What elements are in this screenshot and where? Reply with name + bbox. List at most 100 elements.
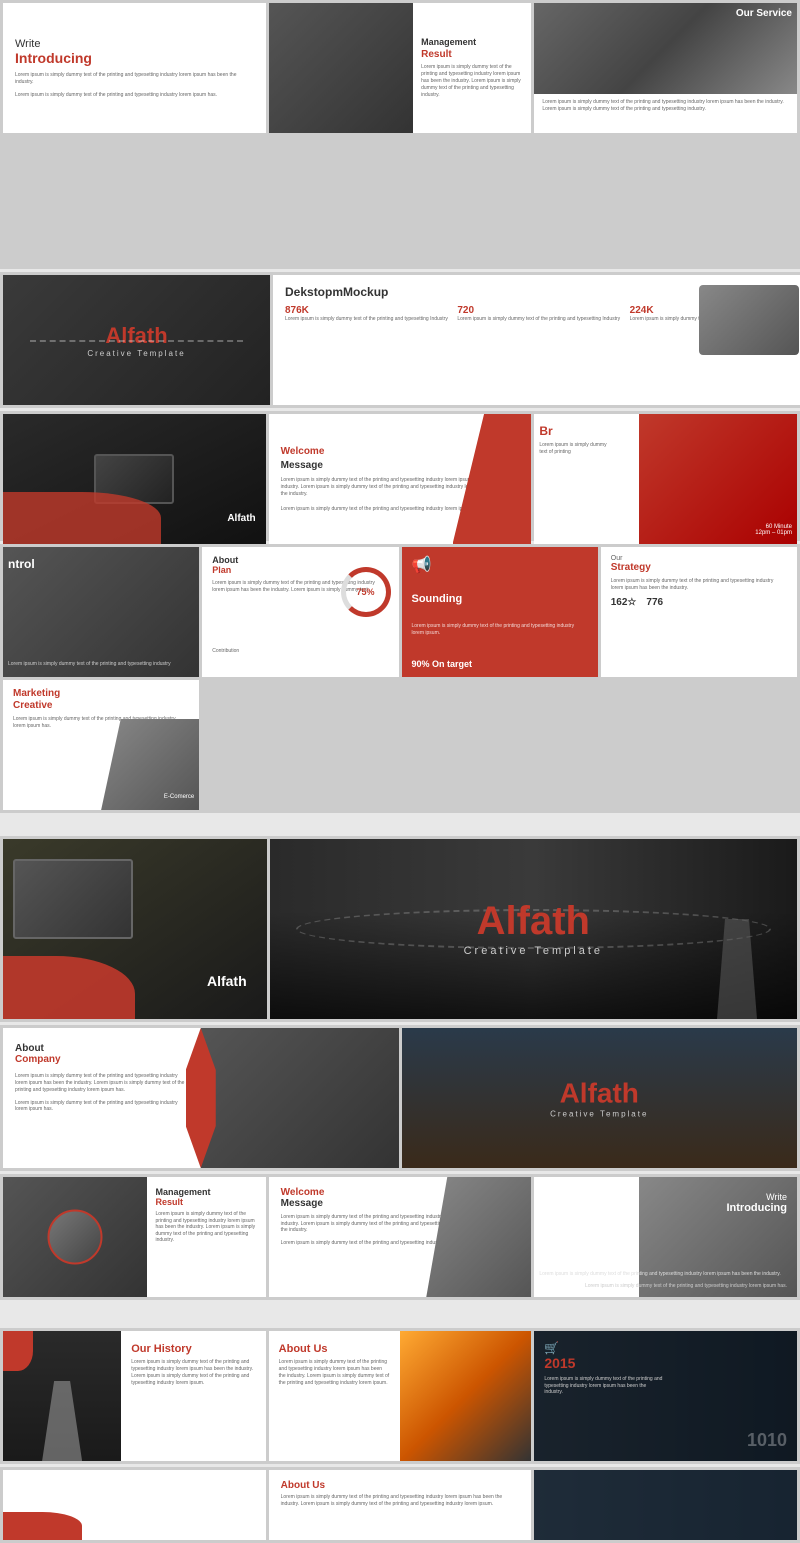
slide-laptop: Alfath (3, 414, 266, 544)
strategy-num-1: 162☆ (611, 597, 637, 608)
laptop2-photo: Alfath (3, 839, 267, 1019)
city-content: Alfath Creative Template (550, 1078, 648, 1119)
year-body: Lorem ipsum is simply dummy text of the … (544, 1376, 664, 1396)
mgmt2-body: Lorem ipsum is simply dummy text of the … (155, 1211, 257, 1244)
sounding-body: Lorem ipsum is simply dummy text of the … (412, 623, 588, 636)
about-company-title: About (15, 1043, 189, 1054)
slide-alfath-city: Alfath Creative Template (402, 1028, 798, 1168)
about-company-section: About Company Lorem ipsum is simply dumm… (0, 1025, 800, 1171)
slide-write-2: Write Introducing Lorem ipsum is simply … (534, 1177, 797, 1297)
al-name: fath (127, 323, 167, 348)
slide-about-us-2: About Us Lorem ipsum is simply dummy tex… (269, 1470, 532, 1540)
history-photo (3, 1331, 121, 1461)
slide-br: Br Lorem ipsum is simply dummy text of p… (534, 414, 797, 544)
about-us-body: Lorem ipsum is simply dummy text of the … (279, 1359, 390, 1387)
service-photo: Our Service (534, 3, 797, 94)
stat-720: 720 Lorem ipsum is simply dummy text of … (457, 305, 624, 323)
marketing-title: Marketing Creative (13, 688, 189, 712)
mgmt-title: Management (421, 37, 523, 49)
slide-management-2: Management Result Lorem ipsum is simply … (3, 1177, 266, 1297)
cart-icon: 🛒 (544, 1341, 664, 1355)
slide-our-history: Our History Lorem ipsum is simply dummy … (3, 1331, 266, 1461)
write2-title-write: Write (726, 1192, 787, 1202)
slide-our-service: Our Service Lorem ipsum is simply dummy … (534, 3, 797, 133)
alfath-text: Alfath (87, 323, 185, 349)
slide-management-result: Management Result Lorem ipsum is simply … (269, 3, 532, 133)
strategy-numbers: 162☆ 776 (611, 597, 787, 608)
history-body: Lorem ipsum is simply dummy text of the … (131, 1359, 255, 1387)
write2-title-intro: Introducing (726, 1202, 787, 1214)
year-content: 🛒 2015 Lorem ipsum is simply dummy text … (544, 1341, 664, 1396)
about-us-title: About Us (279, 1343, 390, 1355)
sounding-title: Sounding (412, 593, 588, 605)
br-time-2: 12pm – 01pm (755, 530, 792, 536)
row3-grid: Alfath Welcome Message Lorem ipsum is si… (0, 411, 800, 541)
slide-laptop-2: Alfath (3, 839, 267, 1019)
bottom-section: Our History Lorem ipsum is simply dummy … (0, 1328, 800, 1464)
write-footer: Lorem ipsum is simply dummy text of the … (15, 92, 254, 98)
slide-sounding: 📢 Sounding Lorem ipsum is simply dummy t… (402, 547, 598, 677)
dashed-line (30, 340, 244, 342)
introducing-label: Introducing (15, 50, 254, 66)
stat-876k: 876K Lorem ipsum is simply dummy text of… (285, 305, 452, 323)
city-alfath-text: Alfath (550, 1078, 648, 1110)
stat-num-2: 720 (457, 305, 624, 316)
year-bottom-num: 1010 (747, 1430, 787, 1451)
slide-control: ntrol Lorem ipsum is simply dummy text o… (3, 547, 199, 677)
circle-progress: 75% (341, 567, 391, 617)
sounding-percent: 90% On target (412, 659, 588, 669)
stat-num-1: 876K (285, 305, 452, 316)
mockup-photo (699, 285, 799, 355)
separator-1 (0, 813, 800, 833)
about-us2-body: Lorem ipsum is simply dummy text of the … (281, 1494, 520, 1507)
ecomm-label: E-Comerce (164, 794, 194, 800)
about-company-text: About Company Lorem ipsum is simply dumm… (3, 1028, 201, 1168)
about-us2-title: About Us (281, 1480, 520, 1491)
service-body: Lorem ipsum is simply dummy text of the … (542, 99, 789, 112)
city-partial-overlay (534, 1470, 797, 1540)
alfath-large-subtitle: Creative Template (464, 945, 603, 957)
slide-about-plan: About Plan Lorem ipsum is simply dummy t… (202, 547, 398, 677)
laptop2-wave (3, 956, 135, 1019)
write2-text: Write Introducing (726, 1192, 787, 1214)
al-large-name: fath (517, 899, 590, 943)
alfath-large-logo: Alfath Creative Template (464, 901, 603, 957)
bottom-row2: About Us Lorem ipsum is simply dummy tex… (0, 1467, 800, 1543)
write2-body: Lorem ipsum is simply dummy text of the … (539, 1271, 787, 1278)
mgmt-body: Lorem ipsum is simply dummy text of the … (421, 64, 523, 99)
mgmt2-title: Management (155, 1187, 257, 1197)
separator-2 (0, 1300, 800, 1325)
history-red-shape (3, 1331, 33, 1371)
mgmt2-text: Management Result Lorem ipsum is simply … (147, 1177, 265, 1297)
br-title: Br (539, 424, 609, 438)
about-company-photo (201, 1028, 399, 1168)
alfath-laptop-label: Alfath (227, 513, 255, 524)
partial-red-accent (3, 1512, 82, 1540)
percent-text: 75% (356, 587, 374, 597)
strategy-title-top: Our (611, 555, 787, 562)
br-time: 60 Minute 12pm – 01pm (755, 524, 792, 536)
slide-year-2015: 🛒 2015 Lorem ipsum is simply dummy text … (534, 1331, 797, 1461)
service-title: Our Service (736, 8, 792, 19)
contribution-label: Contribution (212, 648, 388, 654)
about-company-subtitle: Company (15, 1054, 189, 1065)
write-label: Write (15, 38, 254, 50)
al-prefix: Al (105, 323, 127, 348)
br-text: Br Lorem ipsum is simply dummy text of p… (539, 424, 609, 455)
strategy-num-2: 776 (646, 597, 663, 608)
large-banner-section: Alfath Alfath Creative Template (0, 836, 800, 1022)
mgmt-text: Management Result Lorem ipsum is simply … (413, 3, 531, 133)
slide-marketing-creative: Marketing Creative Lorem ipsum is simply… (3, 680, 199, 810)
service-bottom: Lorem ipsum is simply dummy text of the … (534, 94, 797, 133)
history-person (42, 1381, 82, 1461)
mgmt2-circle (48, 1210, 103, 1265)
write2-footer: Lorem ipsum is simply dummy text of the … (585, 1283, 787, 1289)
about-us-text: About Us Lorem ipsum is simply dummy tex… (269, 1331, 400, 1461)
slide-write-introducing: Write Introducing Lorem ipsum is simply … (3, 3, 266, 133)
mgmt-photo-bg (269, 3, 413, 133)
laptop-image (3, 414, 266, 544)
slide-city-partial (534, 1470, 797, 1540)
red-wave (3, 492, 161, 544)
ctrl-body: Lorem ipsum is simply dummy text of the … (8, 661, 194, 667)
slide-about-company: About Company Lorem ipsum is simply dumm… (3, 1028, 399, 1168)
